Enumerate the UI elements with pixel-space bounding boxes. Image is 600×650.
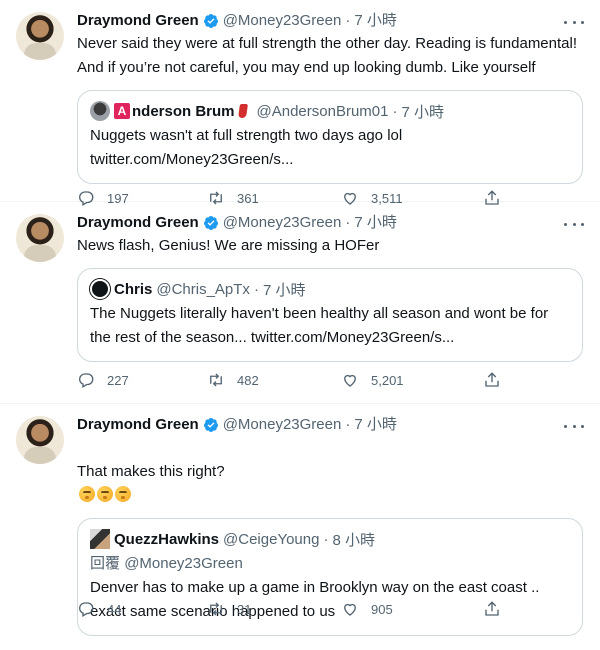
verified-badge-icon: [203, 216, 218, 230]
tweet-header: Draymond Green @Money23Green · 7 小時: [77, 212, 583, 234]
quote-timestamp: 8 小時: [332, 531, 375, 549]
share-icon: [485, 601, 499, 616]
separator-dot: ·: [345, 12, 351, 29]
author-name[interactable]: Draymond Green: [77, 212, 199, 234]
thinking-face-emoji-icon: [79, 486, 95, 502]
flag-emoji-icon: [237, 104, 248, 118]
tweet[interactable]: Draymond Green @Money23Green · 7 小時 Neve…: [0, 0, 600, 206]
reply-prefix: 回覆: [90, 555, 121, 572]
quote-author-name: nderson Brum: [132, 102, 235, 120]
timestamp[interactable]: 7 小時: [354, 10, 397, 32]
separator-dot: ·: [345, 214, 351, 231]
tweet-header: Draymond Green @Money23Green · 7 小時: [77, 10, 583, 32]
separator-dot: ·: [253, 280, 259, 298]
quote-text: Nuggets wasn't at full strength two days…: [90, 127, 403, 168]
retweet-button[interactable]: 482: [207, 370, 259, 390]
author-handle[interactable]: @Money23Green: [223, 414, 342, 436]
separator-dot: ·: [345, 416, 351, 433]
retweet-button[interactable]: 31: [207, 599, 251, 619]
reply-icon: [79, 373, 94, 388]
quote-author-handle: @CeigeYoung: [223, 530, 320, 548]
tweet-header: Draymond Green @Money23Green · 7 小時: [77, 414, 583, 436]
reply-button[interactable]: 227: [77, 370, 129, 390]
like-count: 905: [371, 601, 393, 617]
share-button[interactable]: [483, 370, 513, 390]
quote-avatar: [90, 101, 110, 121]
quote-author-handle: @AndersonBrum01: [256, 102, 389, 120]
author-handle[interactable]: @Money23Green: [223, 212, 342, 234]
avatar[interactable]: [16, 12, 64, 60]
reply-count: 44: [107, 601, 122, 617]
like-count: 5,201: [371, 372, 404, 388]
tweet[interactable]: Draymond Green @Money23Green · 7 小時 News…: [0, 202, 600, 404]
author-handle[interactable]: @Money23Green: [223, 10, 342, 32]
quote-avatar: [90, 279, 110, 299]
tweet-text: News flash, Genius! We are missing a HOF…: [77, 237, 380, 254]
quote-timestamp: 7 小時: [401, 103, 444, 121]
timestamp[interactable]: 7 小時: [354, 414, 397, 436]
author-name[interactable]: Draymond Green: [77, 414, 199, 436]
heart-icon: [344, 603, 356, 616]
tweet-text: Never said they were at full strength th…: [77, 35, 578, 76]
like-button[interactable]: 905: [341, 599, 393, 619]
quote-avatar: [90, 529, 110, 549]
share-button[interactable]: [483, 599, 513, 619]
tweet-text: That makes this right?: [77, 463, 225, 480]
tweet[interactable]: Draymond Green @Money23Green · 7 小時 That…: [0, 404, 600, 636]
quote-author-name: Chris: [114, 280, 153, 298]
quote-author-name: QuezzHawkins: [114, 530, 220, 548]
quote-text: The Nuggets literally haven't been healt…: [90, 305, 549, 346]
reply-context: 回覆 @Money23Green: [90, 554, 570, 574]
heart-icon: [344, 374, 356, 387]
verified-badge-icon: [203, 418, 218, 432]
reply-to-handle: @Money23Green: [124, 555, 243, 572]
reply-icon: [79, 602, 94, 617]
reply-button[interactable]: 44: [77, 599, 121, 619]
retweet-count: 482: [237, 372, 259, 388]
name-badge-icon: A: [114, 103, 130, 119]
separator-dot: ·: [392, 102, 398, 120]
thinking-face-emoji-icon: [115, 486, 131, 502]
retweet-icon: [210, 373, 222, 387]
retweet-count: 31: [237, 601, 252, 617]
quote-author-handle: @Chris_ApTx: [156, 280, 250, 298]
quote-timestamp: 7 小時: [262, 281, 306, 299]
author-name[interactable]: Draymond Green: [77, 10, 199, 32]
thinking-face-emoji-icon: [97, 486, 113, 502]
share-icon: [485, 372, 499, 387]
reply-count: 227: [107, 372, 129, 388]
timestamp[interactable]: 7 小時: [354, 212, 397, 234]
avatar[interactable]: [16, 416, 64, 464]
separator-dot: ·: [323, 530, 329, 548]
like-button[interactable]: 5,201: [341, 370, 404, 390]
tweet-text-line: That makes this right?: [77, 436, 583, 508]
verified-badge-icon: [203, 14, 218, 28]
avatar[interactable]: [16, 214, 64, 262]
retweet-icon: [210, 602, 222, 616]
quoted-tweet[interactable]: A nderson Brum @AndersonBrum01 · 7 小時 Nu…: [77, 90, 583, 184]
quoted-tweet[interactable]: Chris @Chris_ApTx · 7 小時 The Nuggets lit…: [77, 268, 583, 362]
